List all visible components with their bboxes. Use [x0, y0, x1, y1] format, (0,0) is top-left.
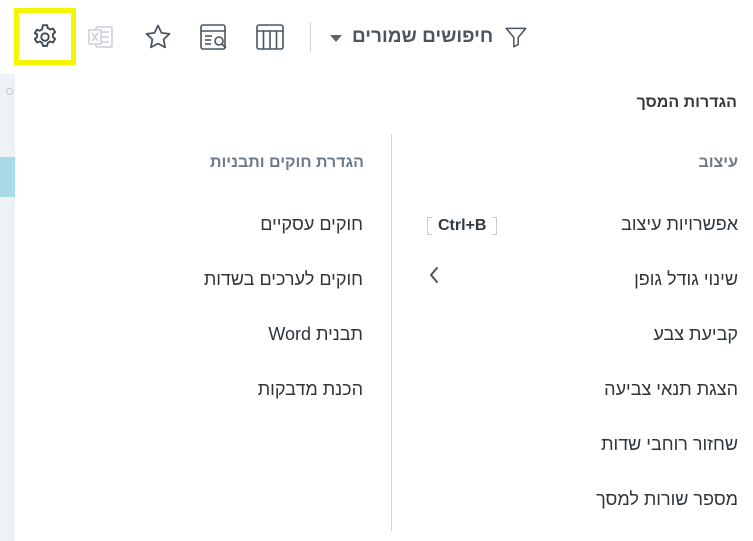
menu-item-set-color[interactable]: קביעת צבע: [653, 324, 738, 345]
screen: חיפושים שמורים הגדרות המסך עיצוב הגדרת ח…: [0, 0, 753, 541]
menu-title: הגדרות המסך: [636, 94, 737, 111]
saved-searches-label: חיפושים שמורים: [352, 26, 494, 47]
column-divider: [391, 134, 392, 531]
export-excel-button[interactable]: [85, 20, 117, 54]
menu-item-color-conditions[interactable]: הצגת תנאי צביעה: [604, 379, 738, 400]
menu-item-labels[interactable]: הכנת מדבקות: [258, 379, 363, 400]
design-section-header: עיצוב: [698, 154, 738, 171]
saved-searches-dropdown[interactable]: חיפושים שמורים: [330, 20, 545, 54]
star-icon: [143, 22, 173, 52]
columns-icon: [254, 21, 286, 53]
toolbar-divider: [310, 22, 311, 52]
background-page-edge: [0, 74, 15, 541]
menu-item-rows-per-screen[interactable]: מספר שורות למסך: [596, 489, 738, 510]
menu-item-design-options[interactable]: אפשרויות עיצוב: [621, 214, 738, 235]
background-dot: [6, 88, 13, 95]
menu-item-business-rules[interactable]: חוקים עסקיים: [260, 214, 363, 235]
toolbar: חיפושים שמורים: [0, 0, 753, 74]
excel-icon: [86, 22, 116, 52]
design-options-shortcut: Ctrl+B: [427, 214, 498, 238]
columns-button[interactable]: [253, 19, 287, 55]
screen-settings-menu: הגדרות המסך עיצוב הגדרת חוקים ותבניות אפ…: [15, 74, 753, 541]
caret-down-icon: [330, 34, 342, 42]
settings-button[interactable]: [14, 8, 76, 65]
menu-item-restore-widths[interactable]: שחזור רוחבי שדות: [601, 434, 738, 455]
report-search-icon: [198, 21, 230, 53]
rules-section-header: הגדרת חוקים ותבניות: [209, 154, 364, 171]
report-search-button[interactable]: [198, 19, 230, 55]
shortcut-text: Ctrl+B: [438, 217, 487, 234]
menu-item-field-value-rules[interactable]: חוקים לערכים בשדות: [204, 269, 363, 290]
menu-item-font-size[interactable]: שינוי גודל גופן: [634, 269, 738, 290]
background-accent: [0, 157, 15, 197]
favorite-button[interactable]: [142, 20, 174, 54]
gear-icon: [30, 22, 60, 52]
filter-icon: [503, 24, 529, 50]
menu-item-word-template[interactable]: תבנית Word: [268, 324, 363, 345]
chevron-left-icon[interactable]: [427, 264, 441, 286]
